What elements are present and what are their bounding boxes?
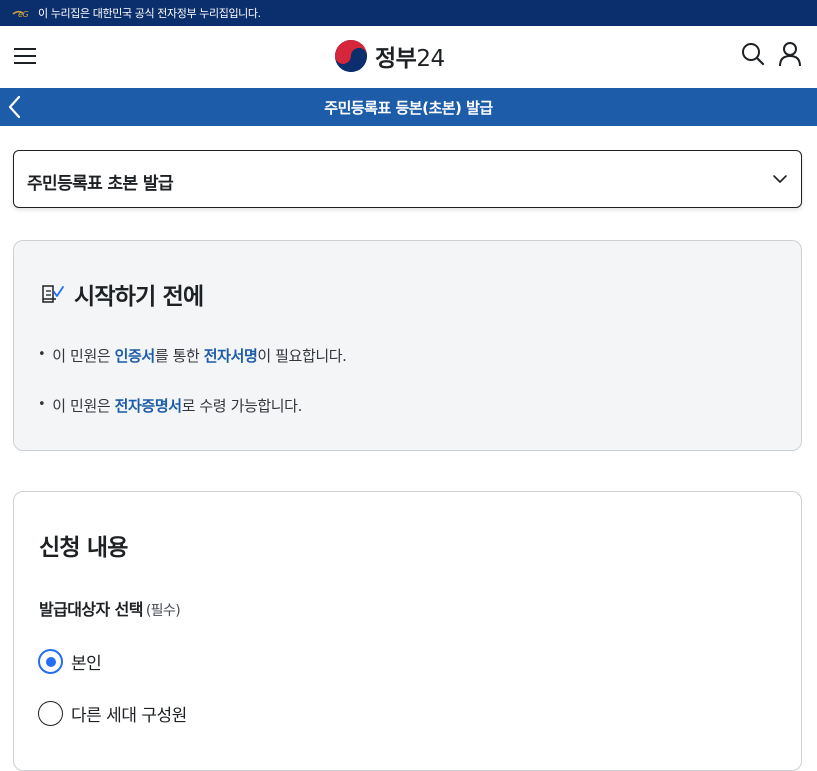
page-title: 주민등록표 등본(초본) 발급: [324, 99, 493, 117]
checklist-icon: [42, 285, 64, 303]
service-select-value: 주민등록표 초본 발급: [27, 174, 174, 194]
radio-button[interactable]: [38, 649, 63, 674]
notice-heading: 시작하기 전에: [74, 284, 204, 310]
notice-item: 이 민원은 전자증명서로 수령 가능합니다.: [38, 395, 302, 416]
chevron-down-icon: [773, 175, 787, 183]
gov24-logo[interactable]: 정부24: [334, 39, 445, 73]
gov-banner-text: 이 누리집은 대한민국 공식 전자정부 누리집입니다.: [38, 7, 261, 20]
taegeuk-logo-icon: [335, 40, 367, 72]
service-select[interactable]: 주민등록표 초본 발급: [13, 150, 802, 208]
gov-banner: eG 이 누리집은 대한민국 공식 전자정부 누리집입니다.: [0, 0, 817, 26]
logo-text-suffix: 24: [416, 46, 445, 72]
notice-highlight: 전자증명서: [114, 397, 182, 415]
application-section: 신청 내용 발급대상자 선택 (필수) 본인 다른 세대 구성원: [13, 491, 802, 771]
target-field-label: 발급대상자 선택 (필수): [39, 600, 181, 619]
svg-text:eG: eG: [18, 10, 29, 19]
radio-option-self[interactable]: 본인: [38, 649, 102, 674]
radio-label: 다른 세대 구성원: [71, 706, 187, 726]
egov-logo-icon: eG: [12, 10, 29, 19]
notice-highlight: 인증서: [114, 347, 156, 365]
menu-icon[interactable]: [14, 46, 36, 66]
notice-item: 이 민원은 인증서를 통한 전자서명이 필요합니다.: [38, 345, 347, 366]
user-icon[interactable]: [778, 41, 802, 67]
logo-text-prefix: 정부: [375, 46, 417, 72]
site-header: 정부24: [0, 26, 817, 88]
notice-box: 시작하기 전에 이 민원은 인증서를 통한 전자서명이 필요합니다. 이 민원은…: [13, 240, 802, 451]
radio-label: 본인: [71, 654, 102, 674]
page-title-bar: 주민등록표 등본(초본) 발급: [0, 88, 817, 126]
search-icon[interactable]: [741, 42, 765, 66]
application-heading: 신청 내용: [39, 535, 128, 561]
radio-button[interactable]: [38, 701, 63, 726]
notice-highlight: 전자서명: [203, 347, 258, 365]
required-mark: (필수): [145, 603, 181, 619]
radio-option-other-member[interactable]: 다른 세대 구성원: [38, 701, 187, 726]
